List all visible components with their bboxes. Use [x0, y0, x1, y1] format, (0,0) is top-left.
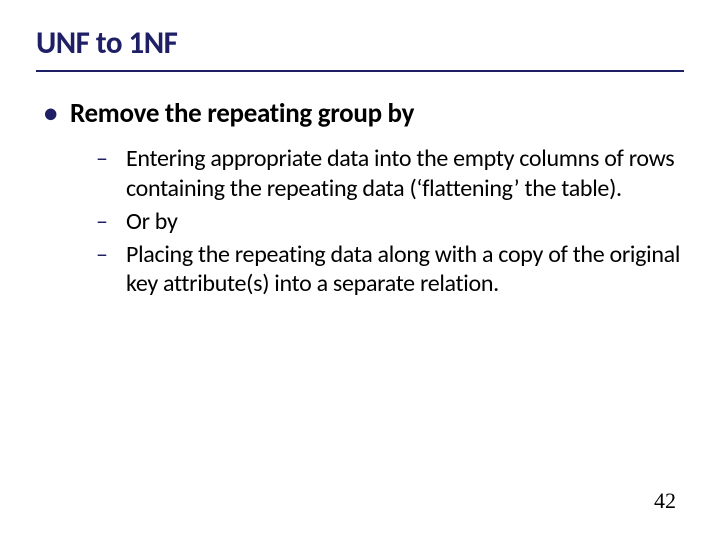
- bullet-level2-item: Or by: [96, 207, 684, 236]
- page-number: 42: [654, 488, 676, 514]
- bullet-list-level1: Remove the repeating group by Entering a…: [36, 98, 684, 299]
- bullet-level2-item: Placing the repeating data along with a …: [96, 240, 684, 299]
- title-underline: [36, 70, 684, 72]
- bullet-level1-item: Remove the repeating group by Entering a…: [40, 98, 684, 299]
- bullet-level1-text: Remove the repeating group by: [70, 97, 414, 130]
- slide-title: UNF to 1NF: [36, 24, 684, 68]
- bullet-level2-text: Entering appropriate data into the empty…: [126, 144, 674, 202]
- slide: UNF to 1NF Remove the repeating group by…: [0, 0, 720, 540]
- bullet-level2-item: Entering appropriate data into the empty…: [96, 144, 684, 203]
- bullet-list-level2: Entering appropriate data into the empty…: [70, 144, 684, 298]
- bullet-level2-text: Or by: [126, 207, 178, 236]
- bullet-level2-text: Placing the repeating data along with a …: [126, 240, 680, 298]
